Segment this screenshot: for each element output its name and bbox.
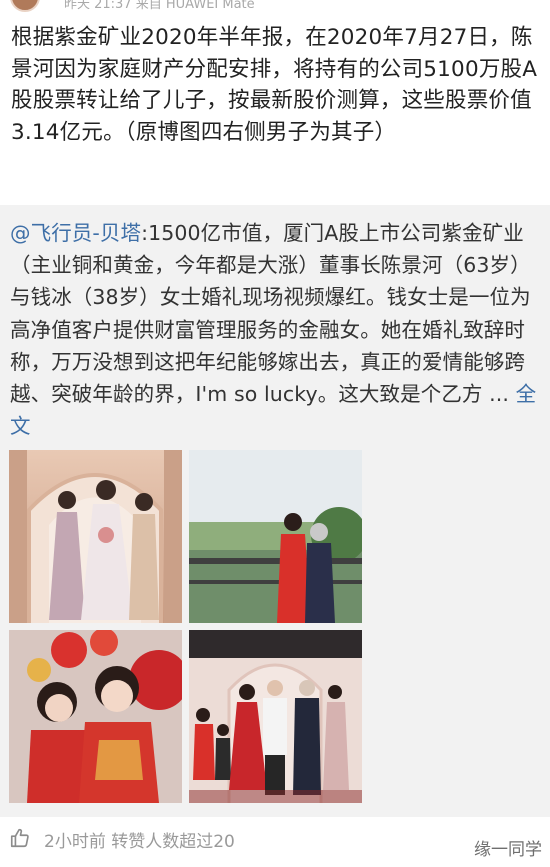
retweet-text: @飞行员-贝塔:1500亿市值，厦门A股上市公司紫金矿业（主业铜和黄金，今年都是… — [10, 217, 542, 442]
post-header: 昨天 21:37 来自 HUAWEI Mate — [0, 0, 550, 14]
post-meta: 昨天 21:37 来自 HUAWEI Mate — [64, 0, 255, 12]
post-status: 2小时前 转赞人数超过20 — [44, 832, 235, 852]
post-footer: 2小时前 转赞人数超过20 缘一同学 — [0, 817, 550, 867]
outdoor-couple-photo[interactable] — [189, 450, 362, 623]
family-group-photo[interactable] — [189, 630, 362, 803]
bride-portrait-photo[interactable] — [9, 630, 182, 803]
mention-link[interactable]: @飞行员-贝塔 — [10, 221, 141, 245]
retweet-card[interactable]: @飞行员-贝塔:1500亿市值，厦门A股上市公司紫金矿业（主业铜和黄金，今年都是… — [0, 205, 550, 817]
watermark: 缘一同学 — [474, 840, 542, 860]
bridesmaids-photo[interactable] — [9, 450, 182, 623]
avatar[interactable] — [10, 0, 40, 12]
post-text: 根据紫金矿业2020年半年报，在2020年7月27日，陈景河因为家庭财产分配安排… — [11, 25, 538, 145]
thumbs-up-icon[interactable] — [9, 827, 31, 849]
retweet-body: :1500亿市值，厦门A股上市公司紫金矿业（主业铜和黄金，今年都是大涨）董事长陈… — [10, 221, 531, 407]
